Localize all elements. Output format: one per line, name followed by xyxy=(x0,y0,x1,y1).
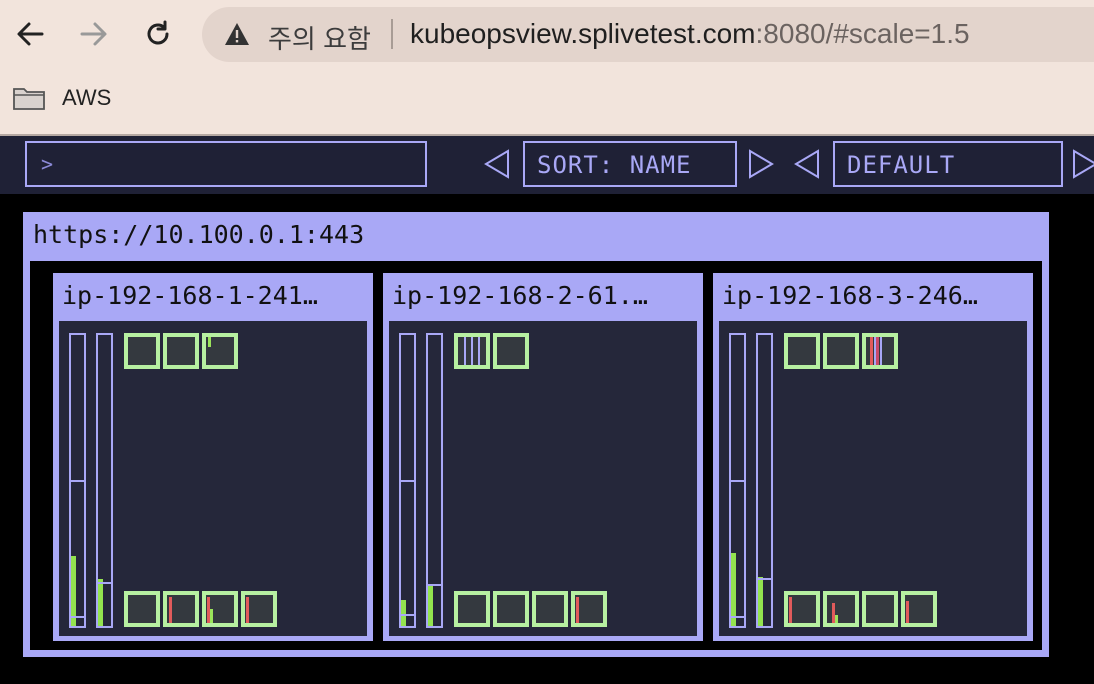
pod[interactable] xyxy=(124,333,160,369)
cluster-panel[interactable]: https://10.100.0.1:443 ip-192-168-1-241… xyxy=(23,212,1049,657)
bookmark-aws[interactable]: AWS xyxy=(12,84,111,112)
cpu-bar-limit-mark xyxy=(731,616,744,618)
memory-bar-fill xyxy=(758,577,763,626)
pod[interactable] xyxy=(862,333,898,369)
node-body xyxy=(389,321,697,636)
arrow-right-icon xyxy=(80,22,107,46)
bookmark-label: AWS xyxy=(62,85,112,110)
node-body xyxy=(719,321,1027,636)
cluster-name: https://10.100.0.1:443 xyxy=(33,220,365,249)
pod[interactable] xyxy=(862,591,898,627)
cpu-bar-request-mark xyxy=(401,480,414,482)
node-name: ip-192-168-3-246… xyxy=(722,281,978,310)
theme-next-icon[interactable] xyxy=(1072,149,1094,179)
pod-container-divider xyxy=(471,337,473,365)
pod-cpu-indicator xyxy=(208,337,211,347)
pod[interactable] xyxy=(784,333,820,369)
url-host: kubeopsview.splivetest.com xyxy=(410,18,756,49)
memory-bar-request-mark xyxy=(98,582,111,584)
cpu-bar-fill xyxy=(401,600,406,626)
cpu-bar[interactable] xyxy=(729,333,746,628)
address-bar[interactable]: 주의 요함 kubeopsview.splivetest.com:8080/#s… xyxy=(202,7,1094,62)
sort-prev-icon[interactable] xyxy=(484,149,510,179)
back-button[interactable] xyxy=(10,14,50,54)
pod[interactable] xyxy=(784,591,820,627)
memory-bar-fill xyxy=(98,579,103,626)
pod-memory-indicator xyxy=(789,597,792,623)
cluster-nodes-area: ip-192-168-1-241… ip-192-168-2-61.… ip-1… xyxy=(30,261,1042,650)
memory-bar[interactable] xyxy=(96,333,113,628)
cpu-bar-request-mark xyxy=(731,480,744,482)
pod-cpu-indicator xyxy=(835,615,838,623)
reload-icon xyxy=(147,20,169,45)
pod[interactable] xyxy=(493,333,529,369)
pod[interactable] xyxy=(532,591,568,627)
pod[interactable] xyxy=(493,591,529,627)
memory-bar[interactable] xyxy=(756,333,773,628)
memory-bar[interactable] xyxy=(426,333,443,628)
pod-memory-indicator xyxy=(169,597,172,623)
sort-selector[interactable]: SORT: NAME xyxy=(523,141,737,187)
cpu-bar[interactable] xyxy=(399,333,416,628)
pod[interactable] xyxy=(202,333,238,369)
arrow-left-icon xyxy=(17,22,44,46)
warning-icon[interactable] xyxy=(224,22,250,46)
cpu-bar[interactable] xyxy=(69,333,86,628)
url-port-path: :8080/#scale=1.5 xyxy=(755,18,970,49)
memory-bar-fill xyxy=(428,585,433,626)
cpu-bar-limit-mark xyxy=(71,616,84,618)
theme-selector[interactable]: DEFAULT xyxy=(833,141,1063,187)
pod[interactable] xyxy=(202,591,238,627)
pod[interactable] xyxy=(163,591,199,627)
security-warning-label[interactable]: 주의 요함 xyxy=(268,19,371,56)
sort-next-icon[interactable] xyxy=(748,149,774,179)
pod[interactable] xyxy=(454,333,490,369)
app-toolbar: > SORT: NAME DEFAULT xyxy=(0,136,1094,194)
pod-container-divider xyxy=(880,337,882,365)
cpu-bar-request-mark xyxy=(71,480,84,482)
pod[interactable] xyxy=(163,333,199,369)
node-body xyxy=(59,321,367,636)
pod-container-divider xyxy=(464,337,466,365)
pod[interactable] xyxy=(823,591,859,627)
pod[interactable] xyxy=(823,333,859,369)
pod[interactable] xyxy=(454,591,490,627)
pod-memory-indicator xyxy=(576,597,579,623)
pod-memory-indicator xyxy=(906,601,909,623)
pod-container-divider xyxy=(478,337,480,365)
browser-chrome: 주의 요함 kubeopsview.splivetest.com:8080/#s… xyxy=(0,0,1094,134)
pod-memory-indicator xyxy=(870,337,873,365)
theme-prev-icon[interactable] xyxy=(794,149,820,179)
pod-memory-indicator xyxy=(246,597,249,623)
reload-button[interactable] xyxy=(138,14,178,54)
pod-memory-indicator xyxy=(876,337,879,365)
memory-bar-request-mark xyxy=(758,578,771,580)
filter-input[interactable]: > xyxy=(25,141,427,187)
pod-cpu-indicator xyxy=(210,609,213,623)
node-card[interactable]: ip-192-168-3-246… xyxy=(713,273,1033,641)
pod-container-divider xyxy=(874,337,876,365)
node-name: ip-192-168-1-241… xyxy=(62,281,318,310)
url-text[interactable]: kubeopsview.splivetest.com:8080/#scale=1… xyxy=(410,18,970,50)
cpu-bar-limit-mark xyxy=(401,614,414,616)
forward-button[interactable] xyxy=(74,14,114,54)
pod[interactable] xyxy=(124,591,160,627)
pod[interactable] xyxy=(571,591,607,627)
omnibox-divider xyxy=(391,19,393,49)
pod[interactable] xyxy=(901,591,937,627)
node-card[interactable]: ip-192-168-1-241… xyxy=(53,273,373,641)
pod[interactable] xyxy=(241,591,277,627)
folder-icon xyxy=(13,88,45,110)
node-name: ip-192-168-2-61.… xyxy=(392,281,648,310)
node-card[interactable]: ip-192-168-2-61.… xyxy=(383,273,703,641)
memory-bar-request-mark xyxy=(428,584,441,586)
